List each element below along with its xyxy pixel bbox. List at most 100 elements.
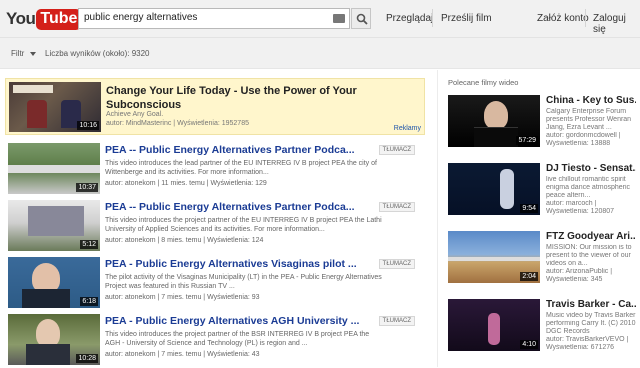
video-thumbnail[interactable]: 2:04: [448, 231, 540, 283]
promoted-video[interactable]: 10:16 Change Your Life Today - Use the P…: [5, 78, 425, 135]
nav-upload[interactable]: Prześlij film: [441, 13, 492, 24]
recommended-title[interactable]: China - Key to Sus...: [546, 95, 636, 106]
translate-button[interactable]: TŁUMACZ: [378, 145, 415, 155]
recommended-author: autor: marcoch |: [546, 200, 597, 207]
video-duration: 4:10: [520, 340, 538, 349]
result-title[interactable]: PEA -- Public Energy Alternatives Partne…: [105, 201, 365, 213]
thumbnail-detail: [448, 257, 540, 261]
recommended-title[interactable]: DJ Tiesto - Sensat...: [546, 163, 636, 174]
recommended-views: Wyświetlenia: 120807: [546, 208, 615, 215]
recommended-desc: enigma dance atmospheric: [546, 184, 631, 191]
nav-signup[interactable]: Załóż konto: [537, 13, 589, 24]
thumbnail-figure: [27, 100, 47, 128]
recommended-title[interactable]: Travis Barker - Ca...: [546, 299, 636, 310]
translate-button[interactable]: TŁUMACZ: [378, 202, 415, 212]
video-thumbnail[interactable]: 6:18: [8, 257, 100, 308]
search-result[interactable]: 6:18 PEA - Public Energy Alternatives Vi…: [5, 257, 425, 311]
logo-tube: Tube: [36, 8, 82, 30]
thumbnail-face: [36, 319, 60, 347]
recommended-desc: peace altern...: [546, 192, 591, 199]
recommended-video[interactable]: 4:10 Travis Barker - Ca... Music video b…: [448, 299, 638, 363]
video-duration: 57:29: [516, 136, 538, 145]
video-duration: 10:37: [76, 183, 98, 192]
video-duration: 9:54: [520, 204, 538, 213]
result-title[interactable]: PEA - Public Energy Alternatives AGH Uni…: [105, 315, 365, 327]
thumbnail-suit: [474, 127, 518, 147]
thumbnail-suit: [22, 289, 70, 308]
top-header: You Tube public energy alternatives Prze…: [0, 0, 640, 38]
thumbnail-suit: [26, 344, 70, 365]
recommended-desc: presents Professor Wenran: [546, 116, 632, 123]
thumbnail-figure: [500, 169, 514, 209]
logo-you: You: [6, 9, 36, 28]
recommended-desc: DGC Records: [546, 328, 590, 335]
video-duration: 2:04: [520, 272, 538, 281]
keyboard-icon[interactable]: [333, 14, 345, 23]
nav-browse[interactable]: Przeglądaj: [386, 13, 433, 24]
result-description: The pilot activity of the Visaginas Muni…: [105, 274, 382, 290]
filter-button[interactable]: Filtr: [11, 49, 37, 58]
video-duration: 5:12: [80, 240, 98, 249]
recommended-desc: Calgary Enterprise Forum: [546, 108, 627, 115]
recommended-views: Wyświetlenia: 345: [546, 276, 603, 283]
result-title[interactable]: PEA -- Public Energy Alternatives Partne…: [105, 144, 365, 156]
sidebar-title: Polecane filmy wideo: [448, 78, 519, 87]
recommended-desc: present to the viewer of our: [546, 252, 631, 259]
ad-title[interactable]: Change Your Life Today - Use the Power o…: [106, 84, 396, 112]
translate-button[interactable]: TŁUMACZ: [378, 259, 415, 269]
search-query: public energy alternatives: [84, 12, 198, 23]
result-meta: autor: atonekom | 7 mies. temu | Wyświet…: [105, 351, 260, 358]
ads-link[interactable]: Reklamy: [394, 125, 421, 132]
search-result[interactable]: 10:37 PEA -- Public Energy Alternatives …: [5, 143, 425, 197]
search-icon: [356, 13, 368, 25]
nav-signin[interactable]: Zaloguj się: [593, 13, 640, 35]
ad-description: Achieve Any Goal.: [106, 111, 164, 118]
recommended-views: Wyświetlenia: 671276: [546, 344, 615, 351]
youtube-logo[interactable]: You Tube: [6, 7, 82, 31]
video-thumbnail[interactable]: 4:10: [448, 299, 540, 351]
video-duration: 10:16: [77, 121, 99, 130]
filter-label: Filtr: [11, 49, 25, 58]
thumbnail-face: [484, 101, 508, 129]
recommended-desc: Jiang, Ezra Levant ...: [546, 124, 612, 131]
recommended-views: Wyświetlenia: 13888: [546, 140, 611, 147]
nav-separator: [585, 9, 586, 27]
result-count: Liczba wyników (około): 9320: [45, 49, 150, 58]
search-input[interactable]: public energy alternatives: [78, 8, 350, 29]
recommended-desc: live chillout romantic spirit: [546, 176, 626, 183]
search-button[interactable]: [351, 8, 371, 29]
recommended-video[interactable]: 2:04 FTZ Goodyear Ari... MISSION: Our mi…: [448, 231, 638, 295]
thumbnail-detail: [8, 165, 100, 173]
result-meta: autor: atonekom | 8 mies. temu | Wyświet…: [105, 237, 264, 244]
video-thumbnail[interactable]: 10:16: [9, 82, 101, 132]
recommended-desc: videos on a...: [546, 260, 588, 267]
recommended-video[interactable]: 9:54 DJ Tiesto - Sensat... live chillout…: [448, 163, 638, 227]
search-result[interactable]: 5:12 PEA -- Public Energy Alternatives P…: [5, 200, 425, 254]
recommended-author: autor: TravisBarkerVEVO |: [546, 336, 629, 343]
video-thumbnail[interactable]: 10:37: [8, 143, 100, 194]
chevron-down-icon: [30, 51, 37, 56]
thumbnail-detail: [28, 206, 84, 236]
video-thumbnail[interactable]: 10:28: [8, 314, 100, 365]
translate-button[interactable]: TŁUMACZ: [378, 316, 415, 326]
video-duration: 10:28: [76, 354, 98, 363]
result-description: This video introduces the project partne…: [105, 217, 382, 233]
recommended-desc: performing Carry It. (C) 2010: [546, 320, 636, 327]
recommended-title[interactable]: FTZ Goodyear Ari...: [546, 231, 636, 242]
filter-bar: Filtr Liczba wyników (około): 9320: [0, 38, 640, 69]
thumbnail-caption-strip: [13, 85, 53, 93]
video-thumbnail[interactable]: 57:29: [448, 95, 540, 147]
result-meta: autor: atonekom | 11 mies. temu | Wyświe…: [105, 180, 267, 187]
ad-meta: autor: MindMasterinc | Wyświetlenia: 195…: [106, 120, 249, 127]
result-title[interactable]: PEA - Public Energy Alternatives Visagin…: [105, 258, 365, 270]
main-content: 10:16 Change Your Life Today - Use the P…: [0, 70, 640, 367]
video-thumbnail[interactable]: 9:54: [448, 163, 540, 215]
nav-separator: [432, 9, 433, 27]
recommended-author: autor: ArizonaPublic |: [546, 268, 613, 275]
result-meta: autor: atonekom | 7 mies. temu | Wyświet…: [105, 294, 260, 301]
video-thumbnail[interactable]: 5:12: [8, 200, 100, 251]
recommended-video[interactable]: 57:29 China - Key to Sus... Calgary Ente…: [448, 95, 638, 159]
search-result[interactable]: 10:28 PEA - Public Energy Alternatives A…: [5, 314, 425, 368]
recommended-desc: Music video by Travis Barker: [546, 312, 636, 319]
column-divider: [437, 70, 438, 367]
